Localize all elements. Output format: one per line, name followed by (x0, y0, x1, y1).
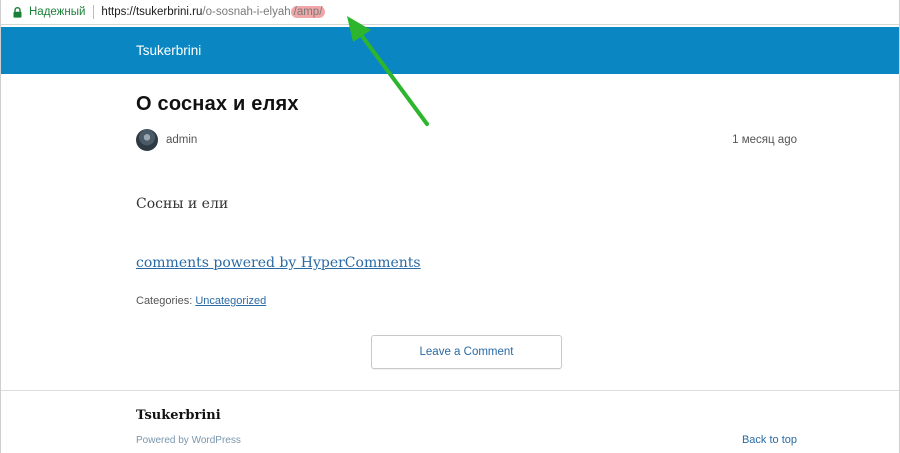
site-header: Tsukerbrini (1, 27, 899, 74)
author-name: admin (166, 134, 198, 146)
author-avatar (136, 129, 158, 151)
categories-label: Categories: (136, 295, 196, 307)
leave-comment-button[interactable]: Leave a Comment (371, 335, 562, 369)
address-bar-divider (93, 5, 95, 19)
post-date: 1 месяц ago (732, 134, 797, 146)
url-host[interactable]: https://tsukerbrini.ru (101, 6, 202, 18)
footer-divider (1, 390, 899, 391)
post-title: О соснах и елях (136, 93, 299, 115)
address-bar[interactable]: Надежный https://tsukerbrini.ru/o-sosnah… (1, 0, 899, 25)
footer-site-title: Tsukerbrini (136, 408, 221, 423)
lock-icon (13, 6, 22, 18)
post-body: Сосны и ели (136, 196, 229, 212)
secure-label[interactable]: Надежный (29, 6, 85, 18)
site-title-link[interactable]: Tsukerbrini (136, 43, 201, 58)
category-link[interactable]: Uncategorized (195, 295, 266, 307)
back-to-top-link[interactable]: Back to top (742, 434, 797, 446)
url-path[interactable]: /o-sosnah-i-elyah (202, 6, 290, 18)
powered-by-link[interactable]: Powered by WordPress (136, 435, 241, 446)
page: Надежный https://tsukerbrini.ru/o-sosnah… (0, 0, 900, 453)
url-highlight[interactable]: /amp/ (290, 6, 326, 18)
categories: Categories: Uncategorized (136, 295, 266, 307)
comments-link[interactable]: comments powered by HyperComments (136, 255, 421, 271)
